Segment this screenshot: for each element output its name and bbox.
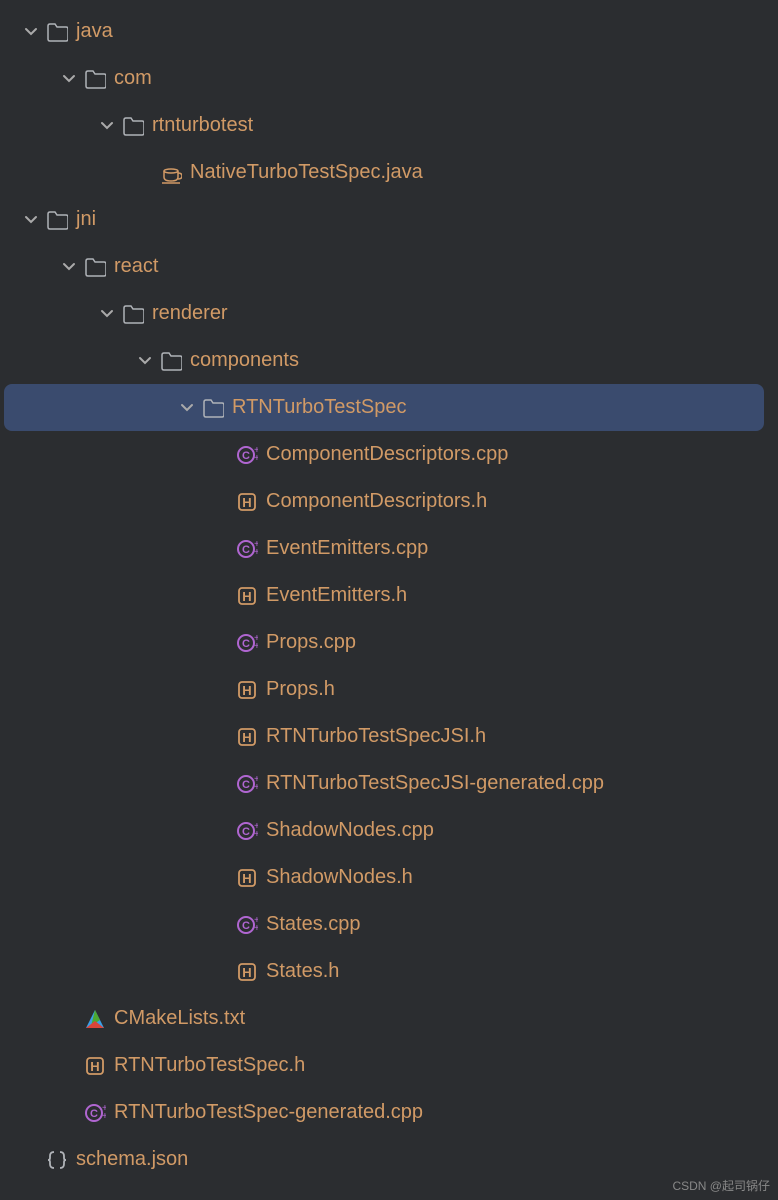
cpp-icon bbox=[80, 1102, 110, 1124]
tree-row[interactable]: RTNTurboTestSpec.h bbox=[0, 1042, 778, 1089]
tree-row[interactable]: Props.cpp bbox=[0, 619, 778, 666]
tree-row[interactable]: NativeTurboTestSpec.java bbox=[0, 149, 778, 196]
tree-item-label: CMakeLists.txt bbox=[114, 1007, 245, 1030]
h-icon bbox=[232, 726, 262, 748]
tree-row[interactable]: EventEmitters.cpp bbox=[0, 525, 778, 572]
chevron-down-icon[interactable] bbox=[58, 72, 80, 86]
tree-row[interactable]: rtnturbotest bbox=[0, 102, 778, 149]
tree-item-label: react bbox=[114, 255, 158, 278]
folder-icon bbox=[156, 350, 186, 372]
tree-row[interactable]: com bbox=[0, 55, 778, 102]
cpp-icon bbox=[232, 773, 262, 795]
tree-item-label: States.cpp bbox=[266, 913, 361, 936]
tree-row[interactable]: jni bbox=[0, 196, 778, 243]
tree-row[interactable]: CMakeLists.txt bbox=[0, 995, 778, 1042]
java-icon bbox=[156, 162, 186, 184]
tree-item-label: NativeTurboTestSpec.java bbox=[190, 161, 423, 184]
tree-row[interactable]: RTNTurboTestSpecJSI.h bbox=[0, 713, 778, 760]
tree-row[interactable]: react bbox=[0, 243, 778, 290]
tree-row[interactable]: RTNTurboTestSpec bbox=[4, 384, 764, 431]
file-tree: java com rtnturbotest NativeTurboTestSpec.j… bbox=[0, 0, 778, 1191]
tree-row[interactable]: ComponentDescriptors.cpp bbox=[0, 431, 778, 478]
tree-row[interactable]: States.h bbox=[0, 948, 778, 995]
tree-item-label: schema.json bbox=[76, 1148, 188, 1171]
h-icon bbox=[232, 679, 262, 701]
tree-row[interactable]: java bbox=[0, 8, 778, 55]
tree-item-label: ComponentDescriptors.cpp bbox=[266, 443, 508, 466]
tree-row[interactable]: RTNTurboTestSpec-generated.cpp bbox=[0, 1089, 778, 1136]
folder-icon bbox=[42, 21, 72, 43]
tree-item-label: renderer bbox=[152, 302, 228, 325]
tree-item-label: RTNTurboTestSpecJSI-generated.cpp bbox=[266, 772, 604, 795]
folder-icon bbox=[118, 303, 148, 325]
tree-item-label: java bbox=[76, 20, 113, 43]
cpp-icon bbox=[232, 820, 262, 842]
h-icon bbox=[232, 961, 262, 983]
tree-item-label: rtnturbotest bbox=[152, 114, 253, 137]
cpp-icon bbox=[232, 538, 262, 560]
watermark: CSDN @起司锅仔 bbox=[672, 1177, 770, 1194]
h-icon bbox=[232, 867, 262, 889]
tree-item-label: jni bbox=[76, 208, 96, 231]
chevron-down-icon[interactable] bbox=[58, 260, 80, 274]
chevron-down-icon[interactable] bbox=[96, 307, 118, 321]
tree-item-label: com bbox=[114, 67, 152, 90]
tree-item-label: ShadowNodes.h bbox=[266, 866, 413, 889]
json-icon bbox=[42, 1149, 72, 1171]
tree-row[interactable]: RTNTurboTestSpecJSI-generated.cpp bbox=[0, 760, 778, 807]
cpp-icon bbox=[232, 632, 262, 654]
folder-icon bbox=[118, 115, 148, 137]
tree-item-label: Props.cpp bbox=[266, 631, 356, 654]
folder-icon bbox=[80, 68, 110, 90]
tree-row[interactable]: schema.json bbox=[0, 1136, 778, 1183]
folder-icon bbox=[198, 397, 228, 419]
cmake-icon bbox=[80, 1008, 110, 1030]
tree-item-label: RTNTurboTestSpec bbox=[232, 396, 407, 419]
tree-item-label: ComponentDescriptors.h bbox=[266, 490, 487, 513]
tree-item-label: Props.h bbox=[266, 678, 335, 701]
tree-item-label: EventEmitters.cpp bbox=[266, 537, 428, 560]
tree-item-label: States.h bbox=[266, 960, 339, 983]
tree-item-label: RTNTurboTestSpec-generated.cpp bbox=[114, 1101, 423, 1124]
tree-row[interactable]: renderer bbox=[0, 290, 778, 337]
cpp-icon bbox=[232, 914, 262, 936]
h-icon bbox=[80, 1055, 110, 1077]
tree-row[interactable]: ShadowNodes.cpp bbox=[0, 807, 778, 854]
chevron-down-icon[interactable] bbox=[20, 25, 42, 39]
tree-item-label: components bbox=[190, 349, 299, 372]
folder-icon bbox=[80, 256, 110, 278]
h-icon bbox=[232, 585, 262, 607]
tree-row[interactable]: Props.h bbox=[0, 666, 778, 713]
tree-row[interactable]: EventEmitters.h bbox=[0, 572, 778, 619]
chevron-down-icon[interactable] bbox=[134, 354, 156, 368]
chevron-down-icon[interactable] bbox=[20, 213, 42, 227]
folder-icon bbox=[42, 209, 72, 231]
tree-item-label: RTNTurboTestSpecJSI.h bbox=[266, 725, 486, 748]
tree-row[interactable]: ComponentDescriptors.h bbox=[0, 478, 778, 525]
tree-item-label: RTNTurboTestSpec.h bbox=[114, 1054, 305, 1077]
tree-item-label: EventEmitters.h bbox=[266, 584, 407, 607]
cpp-icon bbox=[232, 444, 262, 466]
chevron-down-icon[interactable] bbox=[96, 119, 118, 133]
tree-row[interactable]: components bbox=[0, 337, 778, 384]
tree-item-label: ShadowNodes.cpp bbox=[266, 819, 434, 842]
h-icon bbox=[232, 491, 262, 513]
tree-row[interactable]: States.cpp bbox=[0, 901, 778, 948]
tree-row[interactable]: ShadowNodes.h bbox=[0, 854, 778, 901]
chevron-down-icon[interactable] bbox=[176, 401, 198, 415]
